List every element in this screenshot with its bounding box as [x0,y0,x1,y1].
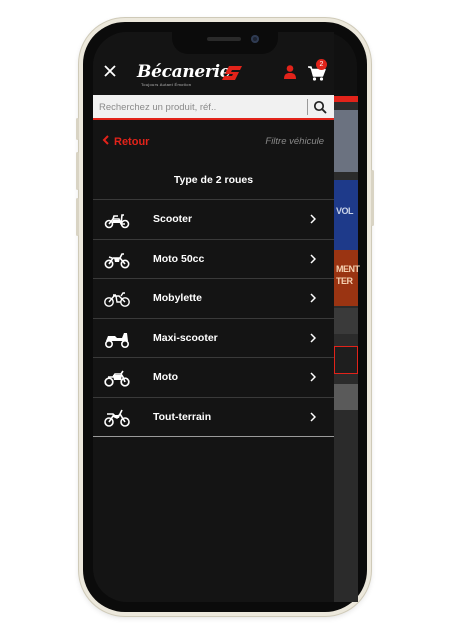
list-item-mobylette[interactable]: Mobylette [93,278,334,318]
moto-50cc-icon [104,252,130,269]
chevron-right-icon [310,412,316,422]
list-item-label: Moto [153,371,179,384]
maxi-scooter-icon [105,332,129,348]
list-item-label: Scooter [153,213,193,225]
vehicle-type-list: Scooter Moto 50cc Mobylette Maxi-scooter… [93,199,334,437]
phone-power-button [371,170,374,226]
chevron-right-icon [310,293,316,303]
search-bar [93,95,334,120]
user-account-icon[interactable] [283,64,297,80]
background-page: VOL MENT TER [334,96,360,602]
search-input[interactable] [99,99,299,115]
chevron-right-icon [310,333,316,343]
list-item-label: Tout-terrain [153,410,212,423]
bg-accent-bar [334,96,358,102]
list-item-maxi-scooter[interactable]: Maxi-scooter [93,317,334,358]
chevron-right-icon [310,214,316,224]
bg-banner-text: VOL [336,206,354,216]
search-icon [313,100,327,114]
vehicle-filter-link[interactable]: Filtre véhicule [265,136,324,147]
mobile-menu-panel: Bécanerie Toujours Autant Émotion 2 Rech… [93,32,334,602]
tout-terrain-icon [104,409,130,427]
bg-banner-text: TER [336,276,353,286]
list-item-label: Maxi-scooter [153,331,218,344]
close-icon [104,65,116,77]
phone-speaker [207,37,241,41]
logo-tagline: Toujours Autant Émotion [141,82,192,87]
bg-banner-3: MENT TER [334,250,360,306]
logo-text: Bécanerie [137,62,231,82]
mobylette-icon [104,292,130,308]
moto-icon [104,370,130,388]
section-title: Type de 2 roues [173,174,254,186]
bg-row [334,308,358,334]
chevron-left-icon [102,135,109,145]
screenshot-stage: VOL MENT TER Bécanerie Toujours Autant É… [0,0,450,637]
bg-banner-1 [334,110,358,172]
back-button[interactable]: Retour [102,135,149,149]
search-divider [307,99,308,115]
list-item-moto-50cc[interactable]: Moto 50cc [93,238,334,279]
close-button[interactable] [103,65,117,79]
chevron-right-icon [310,254,316,264]
bg-row [334,384,358,410]
chevron-right-icon [310,372,316,382]
bg-banner-2: VOL [334,180,358,250]
list-item-label: Mobylette [153,292,203,305]
bg-banner-text: MENT [336,264,360,274]
scooter-icon [104,214,130,229]
list-item-moto[interactable]: Moto [93,357,334,397]
list-item-tout-terrain[interactable]: Tout-terrain [93,396,334,437]
cart-count-badge: 2 [316,59,327,70]
search-button[interactable] [311,99,329,115]
list-item-scooter[interactable]: Scooter [93,199,334,239]
back-label: Retour [114,136,150,148]
submenu-navbar: Retour Filtre véhicule [93,130,334,154]
front-camera [251,35,259,43]
phone-notch [172,30,278,54]
logo-s-mark-icon [222,66,242,80]
list-item-label: Moto 50cc [153,252,205,265]
bg-button [334,346,358,374]
phone-silent-switch [76,118,79,140]
phone-volume-up [76,152,79,190]
phone-volume-down [76,198,79,236]
